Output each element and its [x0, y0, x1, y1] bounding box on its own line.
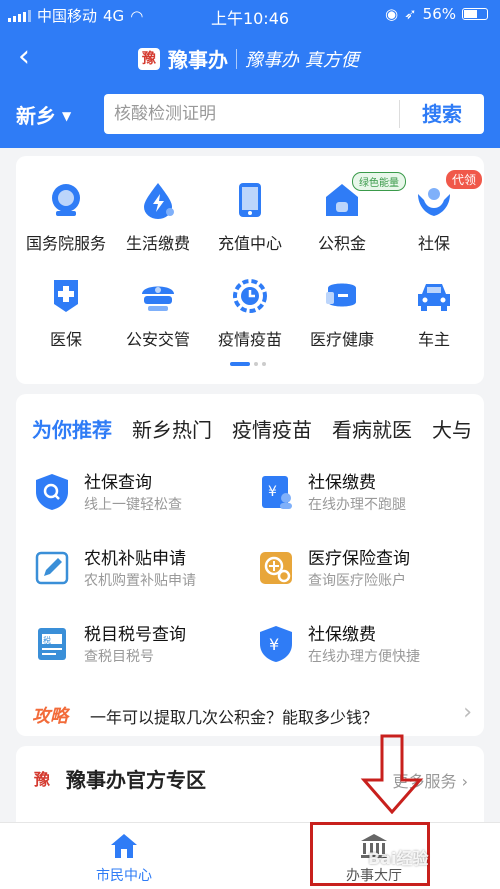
tab-xinxiang-hot[interactable]: 新乡热门 [132, 414, 212, 443]
service-item[interactable]: 国务院服务 [20, 180, 112, 254]
recommend-tabs: 为你推荐 新乡热门 疫情疫苗 看病就医 大与 [32, 414, 472, 443]
service-subtitle: 在线办理不跑腿 [308, 497, 406, 513]
location-icon: ◉ [384, 5, 399, 23]
search-box: 搜索 [104, 94, 484, 134]
service-subtitle: 线上一键轻松查 [84, 497, 182, 513]
gps-arrow-icon: ➶ [404, 5, 417, 23]
svg-text:税: 税 [43, 635, 51, 645]
battery-icon [462, 8, 488, 20]
tax-doc-icon: 税 [38, 628, 66, 660]
back-button[interactable]: ‹ [18, 42, 30, 72]
service-label: 充值中心 [217, 234, 282, 253]
service-subtitle: 在线办理方便快捷 [308, 649, 420, 665]
tab-label: 市民中心 [96, 868, 152, 884]
city-selector[interactable]: 新乡 ▼ [16, 100, 71, 129]
service-item[interactable]: 疫情疫苗 [204, 276, 296, 350]
battery-percent: 56% [422, 5, 456, 23]
utility-payment-icon [144, 183, 174, 219]
zone-logo-icon: 豫 [34, 770, 51, 789]
page-dot [254, 362, 258, 366]
edit-form-icon [35, 551, 69, 585]
service-item[interactable]: 医疗健康 [296, 276, 388, 350]
tab-more[interactable]: 大与 [432, 414, 472, 443]
service-card[interactable]: 医疗保险查询 查询医疗险账户 [244, 540, 464, 600]
service-title: 税目税号查询 [84, 625, 186, 645]
watermark: Bai经验 [368, 849, 429, 868]
search-button[interactable]: 搜索 [400, 94, 484, 134]
service-item[interactable]: 生活缴费 [112, 180, 204, 254]
tab-citizen-center[interactable]: 市民中心 [64, 833, 184, 885]
page-indicator [230, 362, 266, 366]
service-card[interactable]: 税 税目税号查询 查税目税号 [20, 616, 240, 676]
service-label: 国务院服务 [25, 234, 106, 253]
service-title: 农机补贴申请 [84, 549, 186, 569]
dropdown-triangle-icon: ▼ [62, 109, 72, 123]
tab-epidemic-vaccine[interactable]: 疫情疫苗 [232, 414, 312, 443]
service-item[interactable]: 公安交管 [112, 276, 204, 350]
police-icon [142, 286, 174, 311]
service-label: 社保 [417, 234, 450, 253]
zone-title: 豫事办官方专区 [66, 768, 206, 792]
guide-tip[interactable]: 攻略 一年可以提取几次公积金？能取多少钱？ › [32, 700, 472, 727]
payment-person-icon: ¥ [262, 476, 292, 509]
car-icon [418, 284, 450, 311]
city-name: 新乡 [16, 104, 56, 128]
service-card[interactable]: 农机补贴申请 农机购置补贴申请 [20, 540, 240, 600]
service-label: 公积金 [317, 234, 366, 253]
state-council-icon [52, 184, 80, 216]
brand-divider [236, 48, 237, 69]
status-bar: 中国移动 4G ◠ 上午10:46 ◉ ➶ 56% [0, 0, 500, 28]
service-label: 公安交管 [125, 330, 190, 349]
service-subtitle: 查询医疗险账户 [308, 573, 406, 589]
chevron-right-icon: › [463, 700, 472, 725]
service-item[interactable]: 充值中心 [204, 180, 296, 254]
nav-bar: ‹ 豫 豫事办 豫事办 真方便 [0, 32, 500, 84]
service-card[interactable]: ¥ 社保缴费 在线办理不跑腿 [244, 464, 464, 524]
page-dot-active [230, 362, 250, 366]
service-item[interactable]: 医保 [20, 276, 112, 350]
app-logo-icon: 豫 [138, 47, 160, 70]
yen-shield-icon: ¥ [260, 626, 292, 662]
tab-medical[interactable]: 看病就医 [332, 414, 412, 443]
service-title: 社保查询 [84, 473, 152, 493]
health-icon [326, 283, 356, 307]
service-item[interactable]: 社保 代领 [388, 170, 483, 254]
phone-recharge-icon [239, 183, 261, 217]
service-title: 医疗保险查询 [308, 549, 410, 569]
vaccine-icon [233, 279, 267, 313]
app-slogan: 豫事办 真方便 [245, 49, 359, 71]
tab-recommend[interactable]: 为你推荐 [32, 414, 112, 443]
service-title: 社保缴费 [308, 625, 376, 645]
app-name: 豫事办 [168, 48, 228, 72]
service-card[interactable]: ¥ 社保缴费 在线办理方便快捷 [244, 616, 464, 676]
service-subtitle: 农机购置补贴申请 [84, 573, 196, 589]
recommend-card: 为你推荐 新乡热门 疫情疫苗 看病就医 大与 社保查询 线上一键轻松查 ¥ 社保… [16, 394, 484, 736]
home-icon [111, 834, 137, 858]
search-input[interactable] [114, 102, 394, 126]
service-label: 生活缴费 [125, 234, 190, 253]
service-label: 车主 [417, 330, 450, 349]
medical-search-icon [260, 552, 292, 584]
annotation-arrow-icon [360, 734, 424, 814]
service-card[interactable]: 社保查询 线上一键轻松查 [20, 464, 240, 524]
service-grid: 国务院服务 生活缴费 充值中心 公积金 绿色能量 社保 代领 医保 公安交管 疫… [16, 156, 484, 384]
service-subtitle: 查税目税号 [84, 649, 154, 665]
service-item[interactable]: 公积金 绿色能量 [296, 172, 406, 254]
medical-insurance-icon [54, 280, 78, 312]
shield-search-icon [36, 474, 68, 510]
guide-text: 一年可以提取几次公积金？能取多少钱？ [90, 708, 379, 727]
clock: 上午10:46 [210, 9, 290, 28]
search-row: 新乡 ▼ 搜索 [0, 92, 500, 136]
svg-text:¥: ¥ [268, 484, 277, 500]
service-title: 社保缴费 [308, 473, 376, 493]
svg-text:¥: ¥ [269, 635, 279, 654]
claim-badge: 代领 [446, 170, 483, 189]
service-label: 疫情疫苗 [217, 330, 282, 349]
service-item[interactable]: 车主 [388, 276, 480, 350]
brand: 豫 豫事办 豫事办 真方便 [138, 44, 359, 73]
page-dot [262, 362, 266, 366]
service-label: 医保 [49, 330, 82, 349]
service-label: 医疗健康 [309, 330, 374, 349]
guide-label: 攻略 [32, 706, 68, 727]
